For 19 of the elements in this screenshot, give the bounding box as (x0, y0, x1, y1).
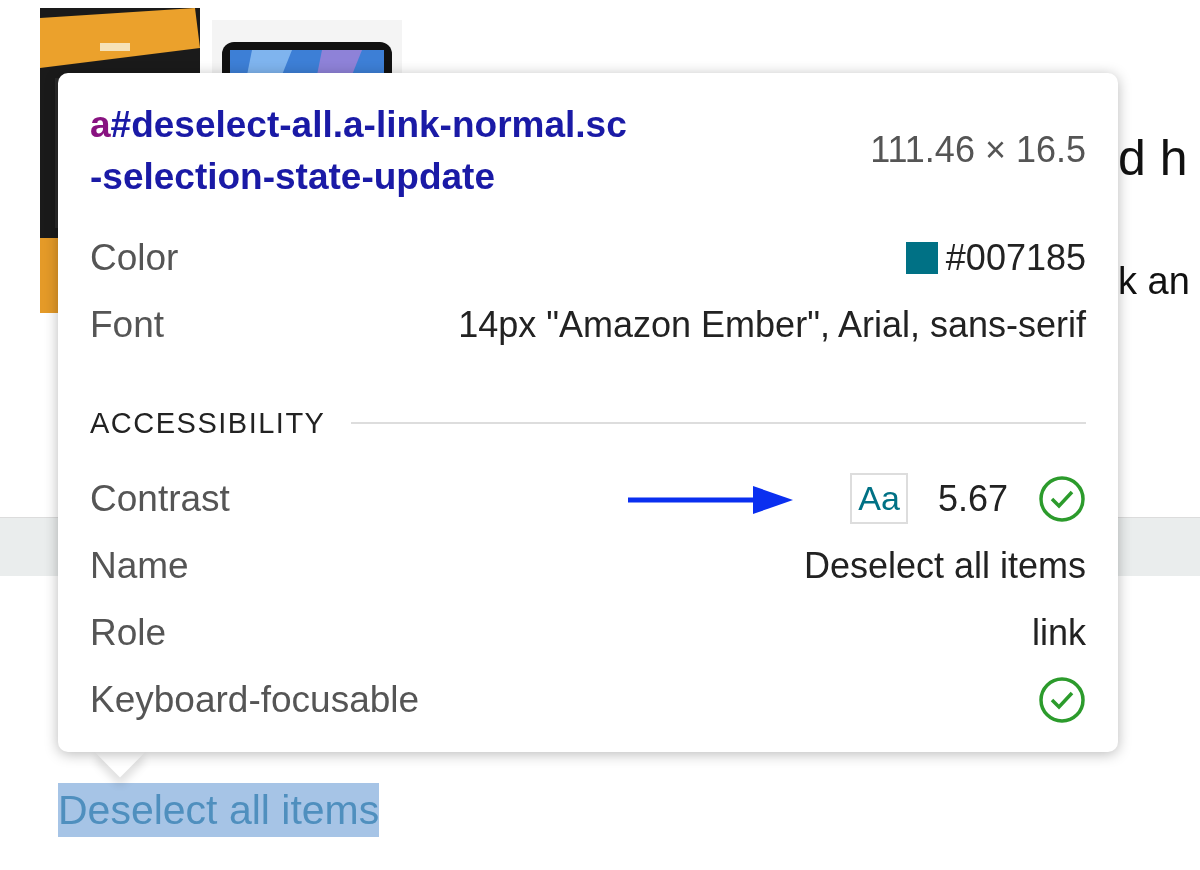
element-selector: a#deselect-all.a-link-normal.sc -selection-state-update (90, 103, 628, 199)
property-label: Color (90, 236, 179, 279)
page-text: k an (1118, 259, 1191, 304)
property-label: Contrast (90, 477, 230, 520)
color-value: #007185 (945, 236, 1086, 279)
page-heading: d h (1118, 129, 1189, 188)
section-title: ACCESSIBILITY (90, 406, 326, 440)
contrast-ratio: 5.67 (937, 477, 1008, 520)
property-label: Role (90, 611, 167, 654)
contrast-sample: Aa (850, 473, 908, 524)
deselect-link[interactable]: Deselect all items (58, 783, 380, 837)
property-label: Keyboard-focusable (90, 678, 420, 721)
property-label: Font (90, 303, 165, 346)
property-value: Deselect all items (803, 544, 1086, 587)
property-value: 14px "Amazon Ember", Arial, sans-serif (458, 303, 1086, 346)
property-value: link (1031, 611, 1086, 654)
element-size: 111.46 × 16.5 (870, 129, 1086, 171)
arrow-icon (628, 484, 793, 516)
property-label: Name (90, 544, 189, 587)
